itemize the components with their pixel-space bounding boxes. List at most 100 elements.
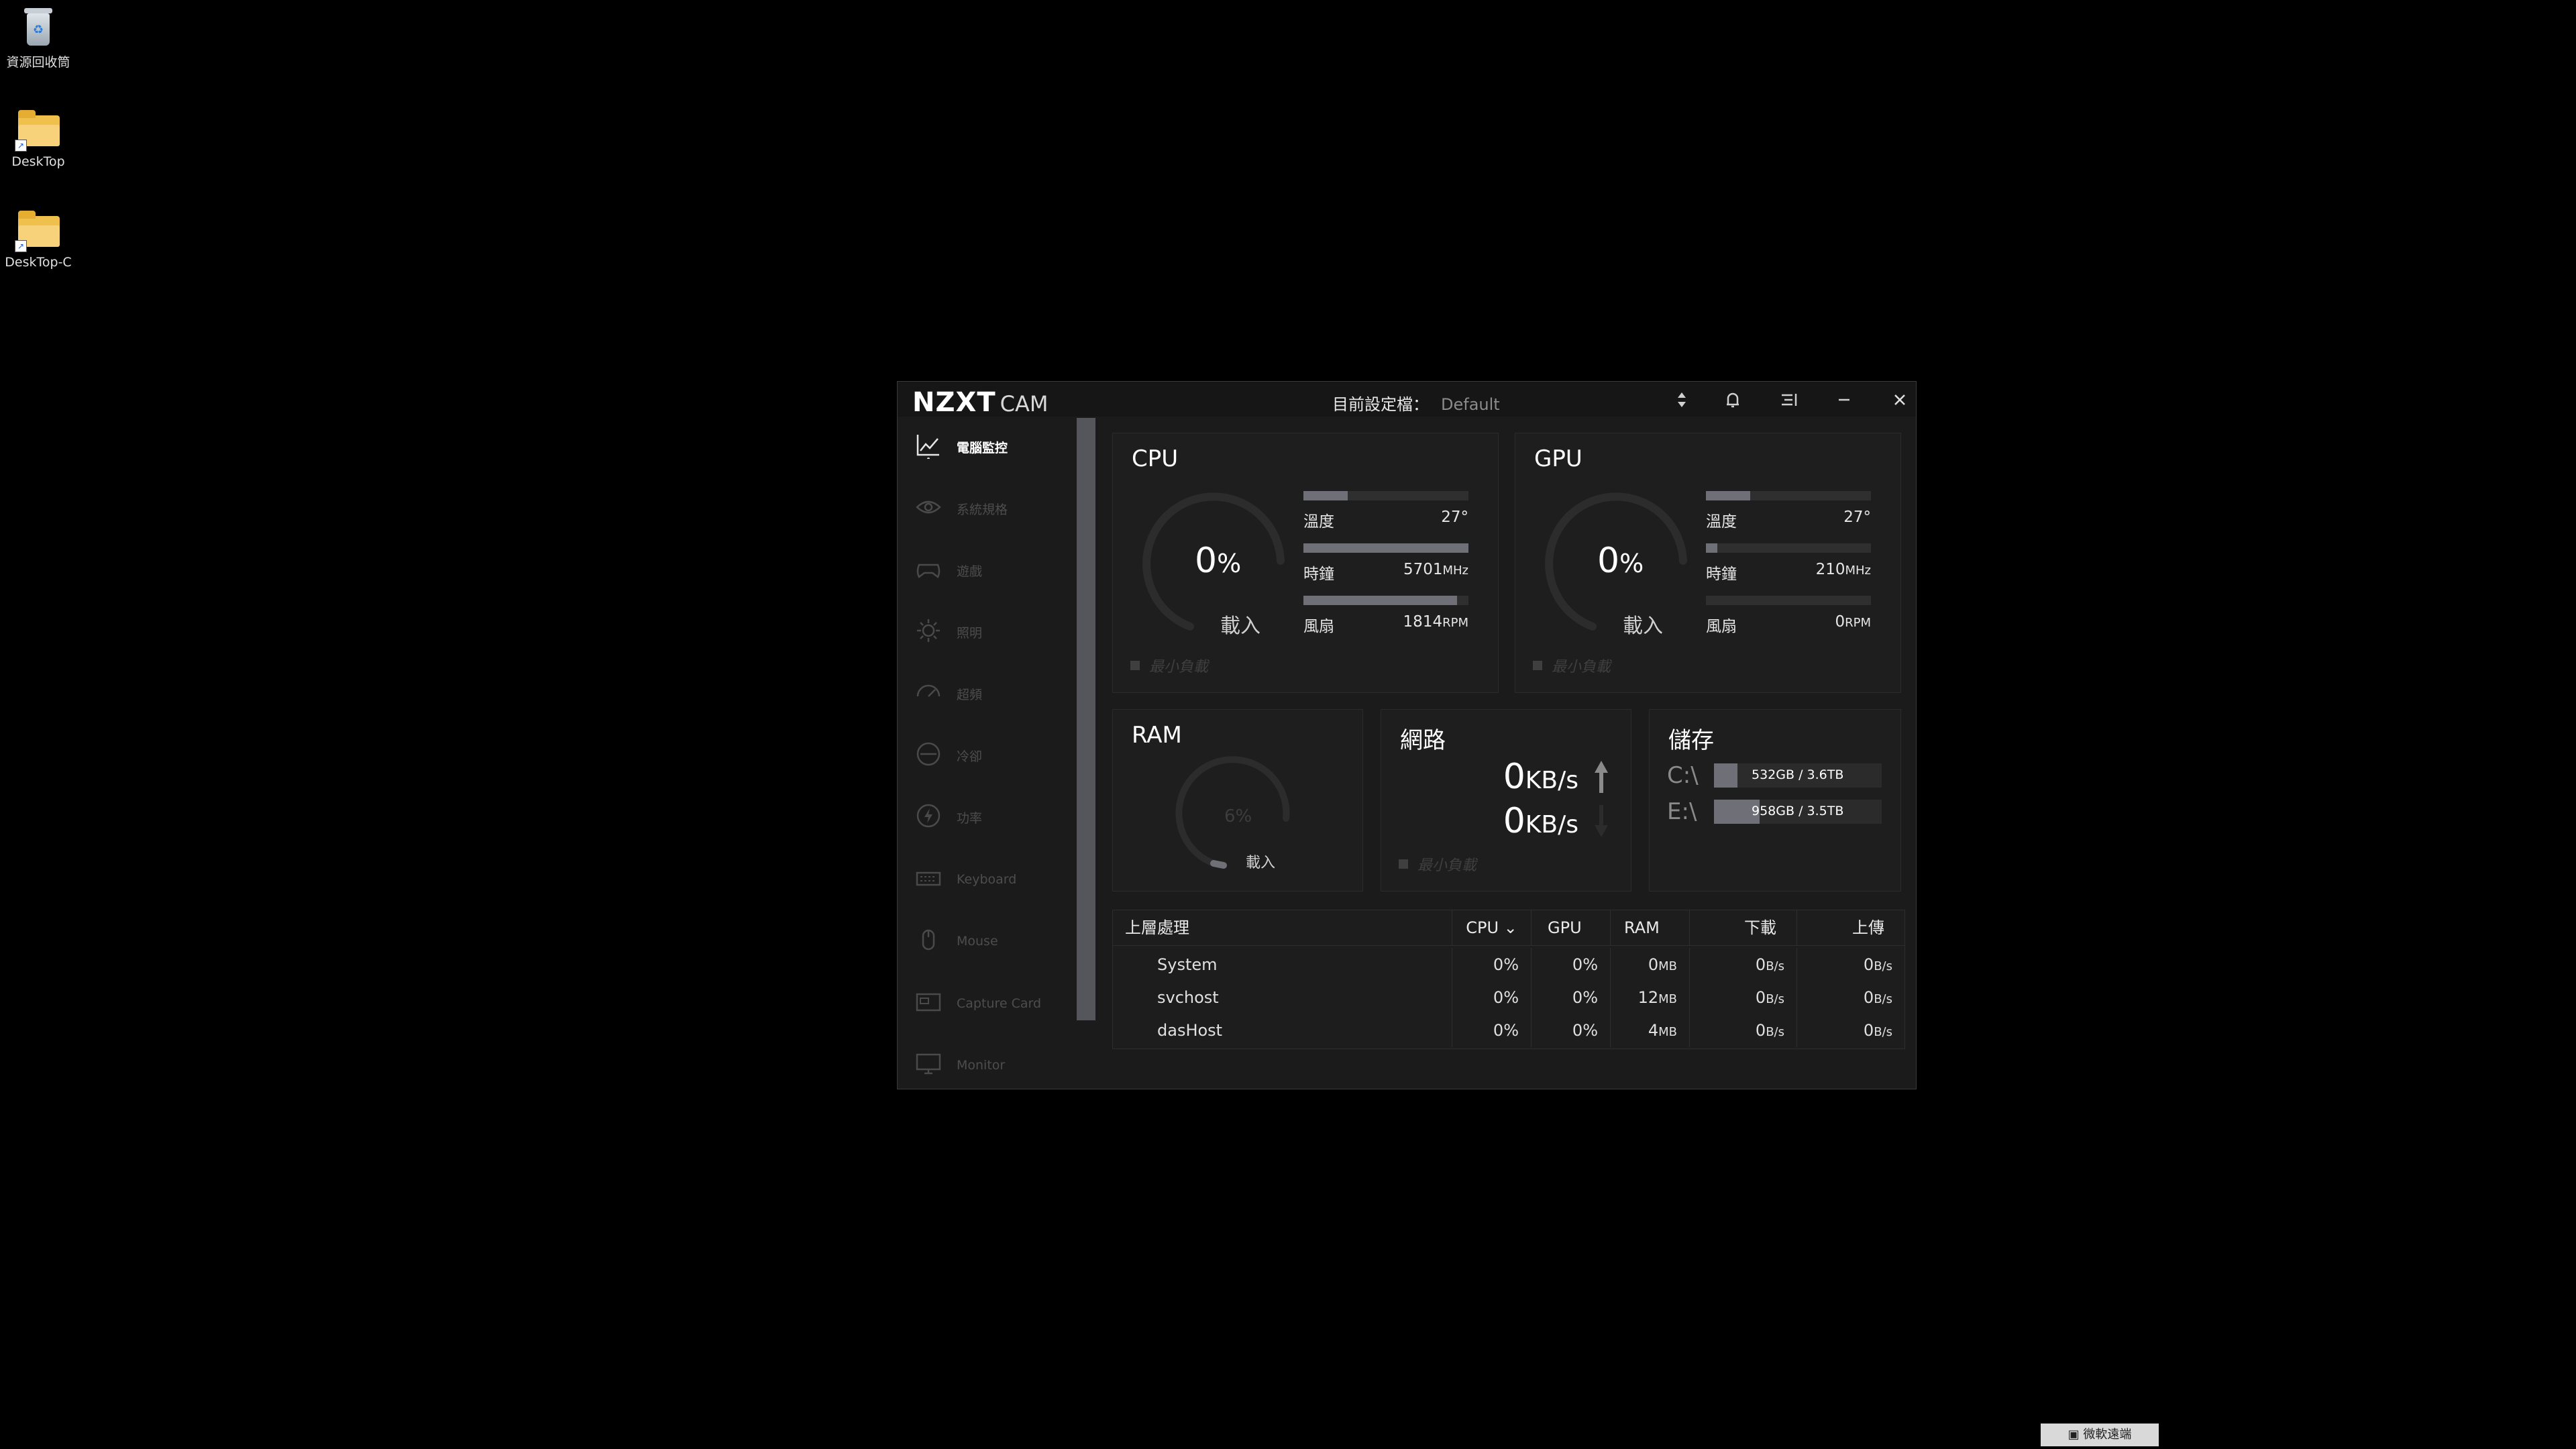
sidebar-item-label: Mouse [957, 934, 998, 949]
ram-card: RAM 6% 載入 [1112, 709, 1363, 892]
process-cpu: 0% [1452, 948, 1532, 981]
sidebar-item-capture-card[interactable]: Capture Card [914, 987, 1041, 1020]
cpu-fan-value: 1814RPM [1403, 613, 1468, 631]
desktop-icon-desktop-folder[interactable]: ↗ DeskTop [1, 109, 75, 169]
sidebar-item-lighting[interactable]: 照明 [914, 615, 982, 649]
drive-usage-bar: 958GB / 3.5TB [1714, 800, 1882, 824]
cpu-temp-label: 溫度 [1303, 513, 1334, 531]
gpu-min-load-toggle[interactable]: 最小負載 [1533, 655, 1611, 676]
gpu-fan-value: 0RPM [1835, 613, 1871, 631]
cpu-clock-bar [1303, 543, 1468, 553]
gpu-fan-metric: 風扇 0RPM [1706, 596, 1871, 636]
process-ram: 12MB [1611, 981, 1690, 1014]
cpu-fan-metric: 風扇 1814RPM [1303, 596, 1468, 636]
sidebar-item-label: 功率 [957, 810, 983, 826]
desktop-icon-label: DeskTop-C [5, 255, 72, 270]
nzxt-cam-window: NZXT CAM 目前設定檔： Default 電腦監控 系統規格 遊戲 照明 … [897, 381, 1917, 1089]
ram-load-value: 6% [1224, 806, 1252, 826]
col-header-gpu[interactable]: GPU [1532, 910, 1611, 945]
speedometer-icon [914, 679, 943, 708]
chevron-down-icon: ⌄ [1503, 918, 1517, 937]
gpu-load-value: 0% [1597, 541, 1644, 581]
profile-selector[interactable]: 目前設定檔： Default [1332, 391, 1500, 415]
drive-letter: C:\ [1667, 762, 1699, 789]
drive-usage-text: 958GB / 3.5TB [1752, 804, 1844, 818]
drive-c: C:\ 532GB / 3.6TB [1667, 762, 1882, 789]
col-header-upload[interactable]: 上傳 [1797, 910, 1904, 945]
col-header-ram[interactable]: RAM [1611, 910, 1690, 945]
cpu-load-value: 0% [1195, 541, 1242, 581]
sidebar-item-cooling[interactable]: 冷卻 [914, 739, 982, 772]
sidebar-item-label: Capture Card [957, 996, 1042, 1011]
gpu-clock-bar [1706, 543, 1718, 553]
process-upload: 0B/s [1863, 955, 1892, 974]
table-row[interactable]: dasHost 0% 0% 4MB 0B/s 0B/s [1113, 1014, 1904, 1047]
desktop-icon-label: DeskTop [11, 154, 65, 169]
desktop-icon-label: 資源回收筒 [6, 55, 70, 70]
col-header-process[interactable]: 上層處理 [1113, 910, 1452, 945]
process-name: System [1113, 948, 1452, 981]
sidebar-item-monitor[interactable]: Monitor [914, 1049, 1005, 1082]
sidebar-scrollbar[interactable] [1077, 418, 1095, 1020]
chart-line-icon [914, 432, 943, 462]
folder-shortcut-icon: ↗ [15, 109, 62, 152]
ram-load-label: 載入 [1246, 855, 1276, 871]
mouse-icon [914, 926, 943, 956]
sidebar-item-games[interactable]: 遊戲 [914, 553, 982, 587]
sidebar-item-mouse[interactable]: Mouse [914, 924, 998, 958]
col-header-download[interactable]: 下載 [1690, 910, 1797, 945]
app-logo: NZXT CAM [912, 387, 1048, 418]
table-row[interactable]: System 0% 0% 0MB 0B/s 0B/s [1113, 948, 1904, 981]
cpu-load-label: 載入 [1220, 614, 1260, 638]
remote-desktop-taskbar-button[interactable]: ▣ 微軟遠端 [2041, 1424, 2159, 1446]
gpu-load-label: 載入 [1623, 614, 1663, 638]
table-row[interactable]: svchost 0% 0% 12MB 0B/s 0B/s [1113, 981, 1904, 1014]
process-name: svchost [1113, 981, 1452, 1014]
sidebar-item-label: 超頻 [957, 687, 983, 702]
sidebar: 電腦監控 系統規格 遊戲 照明 超頻 冷卻 功率 Keyboard Mouse … [898, 417, 1077, 1089]
close-icon[interactable] [1888, 388, 1911, 411]
sidebar-item-label: 系統規格 [957, 502, 1008, 517]
process-gpu: 0% [1532, 1014, 1611, 1047]
remote-desktop-label: 微軟遠端 [2083, 1428, 2132, 1442]
ram-title: RAM [1132, 722, 1182, 749]
drive-usage-text: 532GB / 3.6TB [1752, 767, 1844, 782]
gpu-clock-metric: 時鐘 210MHz [1706, 543, 1871, 584]
minimize-icon[interactable] [1833, 388, 1856, 411]
process-ram: 0MB [1611, 948, 1690, 981]
desktop-icon-desktop-c-folder[interactable]: ↗ DeskTop-C [1, 209, 75, 270]
menu-collapse-icon[interactable] [1778, 388, 1801, 411]
cpu-min-load-toggle[interactable]: 最小負載 [1130, 655, 1208, 676]
process-table: 上層處理 CPU ⌄ GPU RAM 下載 上傳 System 0% 0% 0M… [1112, 910, 1905, 1049]
gpu-temp-value: 27° [1843, 508, 1871, 526]
desktop-icon-recycle-bin[interactable]: ♻ 資源回收筒 [1, 7, 75, 70]
process-ram: 4MB [1611, 1014, 1690, 1047]
network-min-load-toggle[interactable]: 最小負載 [1399, 853, 1477, 875]
network-upload-value: 0KB/s [1503, 757, 1578, 797]
profile-sort-icon[interactable] [1670, 388, 1693, 411]
network-card: 網路 0KB/s 0KB/s 最小負載 [1381, 709, 1631, 892]
drive-e: E:\ 958GB / 3.5TB [1667, 798, 1882, 825]
gpu-temp-label: 溫度 [1706, 513, 1737, 531]
cpu-fan-label: 風扇 [1303, 618, 1334, 635]
drive-letter: E:\ [1667, 798, 1697, 825]
bell-icon[interactable] [1721, 388, 1744, 411]
col-header-cpu[interactable]: CPU ⌄ [1452, 910, 1532, 945]
process-download: 0B/s [1690, 981, 1797, 1014]
folder-shortcut-icon: ↗ [15, 209, 62, 252]
fan-icon [914, 741, 943, 770]
gpu-temp-metric: 溫度 27° [1706, 491, 1871, 531]
sidebar-item-power[interactable]: 功率 [914, 800, 982, 834]
cpu-title: CPU [1132, 445, 1179, 472]
gpu-clock-value: 210MHz [1815, 561, 1871, 578]
sidebar-item-overclock[interactable]: 超頻 [914, 677, 982, 710]
sidebar-item-monitoring[interactable]: 電腦監控 [914, 430, 1008, 464]
cpu-clock-metric: 時鐘 5701MHz [1303, 543, 1468, 584]
cpu-fan-bar [1303, 596, 1457, 605]
title-bar[interactable]: NZXT CAM 目前設定檔： Default [898, 382, 1916, 418]
sidebar-item-specs[interactable]: 系統規格 [914, 492, 1008, 525]
drive-usage-bar: 532GB / 3.6TB [1714, 763, 1882, 788]
gpu-title: GPU [1534, 445, 1582, 472]
sidebar-item-keyboard[interactable]: Keyboard [914, 863, 1016, 896]
gpu-clock-label: 時鐘 [1706, 566, 1737, 583]
